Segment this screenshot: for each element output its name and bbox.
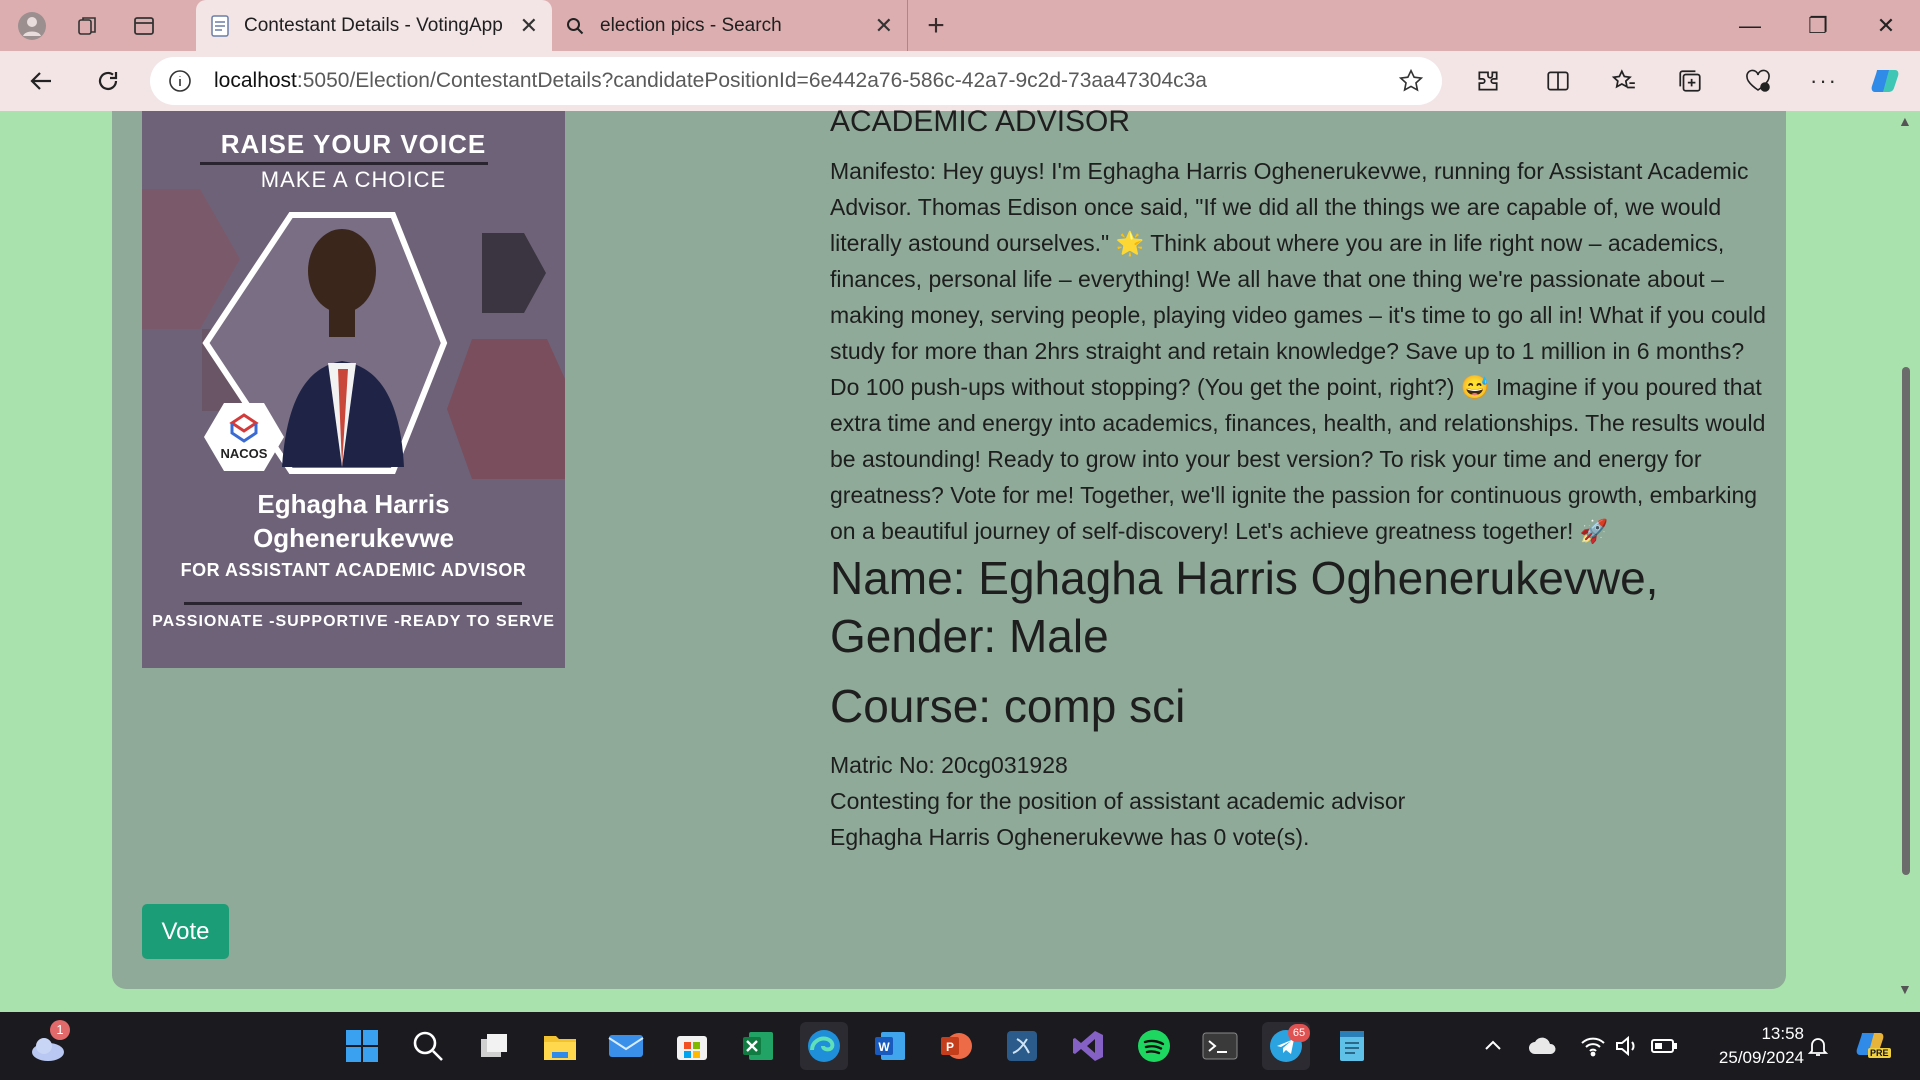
poster-slogan: RAISE YOUR VOICE [220, 129, 487, 159]
telegram-badge: 65 [1288, 1024, 1310, 1042]
more-menu-icon[interactable]: ··· [1800, 57, 1848, 105]
telegram-icon[interactable]: 65 [1262, 1022, 1310, 1070]
clock-time: 13:58 [1761, 1024, 1804, 1043]
microsoft-store-icon[interactable] [668, 1022, 716, 1070]
preview-badge: PRE [1868, 1048, 1891, 1058]
notifications-bell-icon[interactable] [1806, 1022, 1830, 1070]
spotify-icon[interactable] [1130, 1022, 1178, 1070]
collections-icon[interactable] [1666, 57, 1714, 105]
search-icon[interactable] [404, 1022, 452, 1070]
wifi-icon[interactable] [1580, 1022, 1606, 1070]
poster-divider [200, 162, 488, 165]
powerpoint-icon[interactable]: P [932, 1022, 980, 1070]
close-tab-icon[interactable]: ✕ [520, 13, 538, 39]
word-icon[interactable]: W [866, 1022, 914, 1070]
battery-icon[interactable] [1650, 1022, 1678, 1070]
copilot-preview-icon[interactable]: PRE [1854, 1022, 1891, 1070]
minimize-icon[interactable]: — [1716, 0, 1784, 51]
poster-name-line2: Oghenerukevwe [253, 523, 454, 553]
restore-icon[interactable]: ❐ [1784, 0, 1852, 51]
copilot-icon[interactable] [1862, 57, 1910, 105]
svg-text:P: P [946, 1040, 954, 1054]
logo-text: NACOS [220, 446, 268, 461]
mail-icon[interactable] [602, 1022, 650, 1070]
page-document-icon [210, 14, 230, 37]
site-info-icon[interactable] [168, 69, 192, 93]
weather-badge: 1 [50, 1020, 70, 1040]
vote-button[interactable]: Vote [142, 904, 229, 959]
weather-widget-icon[interactable]: 1 [24, 1020, 72, 1070]
tab-strip: Contestant Details - VotingApp ✕ electio… [0, 0, 1920, 51]
back-arrow-icon[interactable] [18, 57, 66, 105]
url-path: :5050/Election/ContestantDetails?candida… [296, 69, 1207, 92]
extensions-icon[interactable] [1464, 57, 1512, 105]
tab-actions-icon[interactable] [124, 6, 164, 46]
taskbar-clock[interactable]: 13:58 25/09/2024 [1694, 1022, 1804, 1070]
poster-tagline: PASSIONATE -SUPPORTIVE -READY TO SERVE [152, 613, 555, 630]
refresh-icon[interactable] [84, 57, 132, 105]
matric-number: Matric No: 20cg031928 [830, 752, 1068, 778]
onedrive-icon[interactable] [1528, 1022, 1558, 1070]
browser-essentials-icon[interactable] [1734, 57, 1782, 105]
mysql-workbench-icon[interactable] [998, 1022, 1046, 1070]
terminal-icon[interactable] [1196, 1022, 1244, 1070]
edge-browser-icon[interactable] [800, 1022, 848, 1070]
poster-position: FOR ASSISTANT ACADEMIC ADVISOR [180, 560, 527, 580]
workspaces-icon[interactable] [68, 6, 108, 46]
tab-title: election pics - Search [600, 14, 782, 36]
volume-icon[interactable] [1614, 1022, 1640, 1070]
url-host: localhost [214, 69, 297, 92]
favorite-star-icon[interactable] [1398, 68, 1424, 94]
notepad-icon[interactable] [1328, 1022, 1376, 1070]
search-icon [566, 17, 584, 35]
close-window-icon[interactable]: ✕ [1852, 0, 1920, 51]
page-viewport: RAISE YOUR VOICE MAKE A CHOICE NACOS Egh… [0, 107, 1920, 1012]
task-view-icon[interactable] [470, 1022, 518, 1070]
vote-count: Eghagha Harris Oghenerukevwe has 0 vote(… [830, 824, 1310, 850]
browser-toolbar: localhost:5050/Election/ContestantDetail… [0, 51, 1920, 111]
favorites-icon[interactable] [1600, 57, 1648, 105]
windows-start-icon[interactable] [338, 1022, 386, 1070]
profile-icon[interactable] [12, 6, 52, 46]
course: Course: comp sci [830, 680, 1186, 732]
tab-title: Contestant Details - VotingApp [244, 14, 503, 36]
name-gender: Name: Eghagha Harris Oghenerukevwe, Gend… [830, 552, 1659, 662]
file-explorer-icon[interactable] [536, 1022, 584, 1070]
svg-text:W: W [878, 1040, 890, 1054]
new-tab-icon[interactable]: + [916, 6, 956, 46]
poster-subslogan: MAKE A CHOICE [260, 167, 447, 192]
split-screen-icon[interactable] [1534, 57, 1582, 105]
contesting-position: Contesting for the position of assistant… [830, 788, 1406, 814]
tab-election-pics[interactable]: election pics - Search ✕ [552, 0, 908, 51]
clock-date: 25/09/2024 [1718, 1048, 1804, 1067]
tab-contestant-details[interactable]: Contestant Details - VotingApp ✕ [196, 0, 552, 51]
taskbar: 1 W P 65 13:58 25/09/2024 PRE [0, 1012, 1920, 1080]
scroll-up-icon[interactable]: ▲ [1898, 113, 1912, 129]
scrollbar[interactable]: ▲ ▼ [1892, 111, 1920, 1012]
poster-name-line1: Eghagha Harris [257, 489, 450, 519]
poster-divider [184, 602, 522, 605]
manifesto-text: Manifesto: Hey guys! I'm Eghagha Harris … [830, 158, 1766, 544]
contestant-details: ACADEMIC ADVISOR Manifesto: Hey guys! I'… [830, 107, 1770, 855]
excel-icon[interactable] [734, 1022, 782, 1070]
scroll-thumb[interactable] [1902, 367, 1910, 875]
poster-background-shapes [142, 189, 565, 479]
position-heading: ACADEMIC ADVISOR [830, 105, 1131, 138]
scroll-down-icon[interactable]: ▼ [1898, 981, 1912, 997]
contestant-card: RAISE YOUR VOICE MAKE A CHOICE NACOS Egh… [112, 107, 1786, 989]
visual-studio-icon[interactable] [1064, 1022, 1112, 1070]
close-tab-icon[interactable]: ✕ [875, 13, 893, 39]
campaign-poster: RAISE YOUR VOICE MAKE A CHOICE NACOS Egh… [142, 111, 565, 668]
address-bar[interactable]: localhost:5050/Election/ContestantDetail… [150, 57, 1442, 105]
show-hidden-icons-icon[interactable] [1482, 1022, 1504, 1070]
nacos-logo: NACOS [204, 401, 284, 473]
